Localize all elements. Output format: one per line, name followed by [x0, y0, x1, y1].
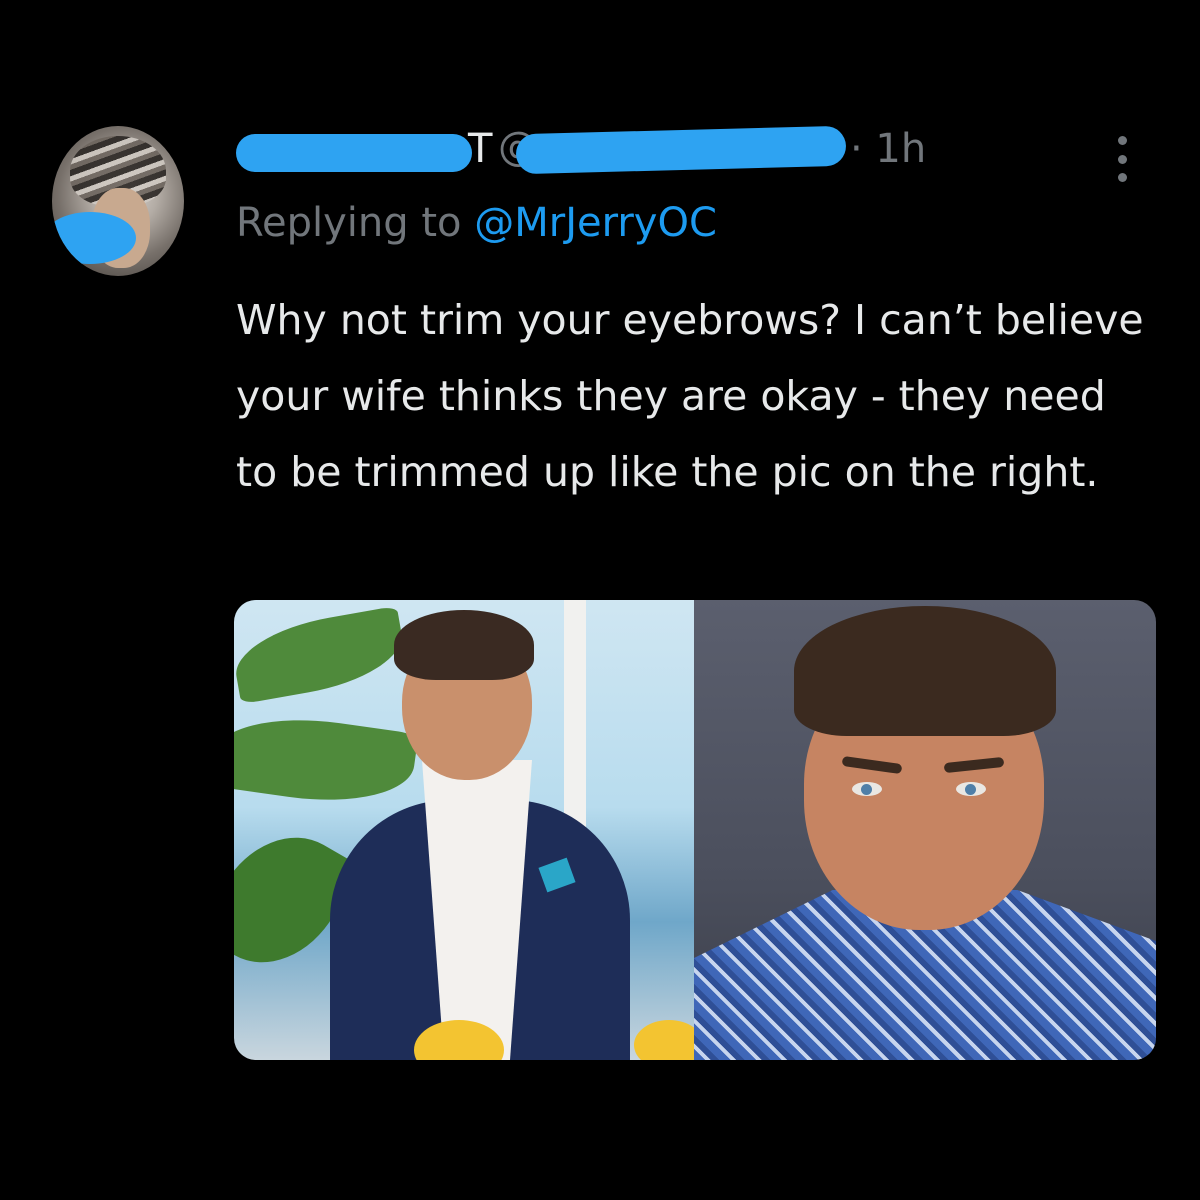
more-options-icon[interactable]	[1110, 136, 1134, 182]
tweet-header: T @ · 1h	[236, 120, 1136, 184]
author-avatar[interactable]	[52, 126, 184, 276]
left-eye	[852, 782, 882, 796]
replying-to-label: Replying to	[236, 200, 475, 246]
dot-icon	[1117, 154, 1127, 164]
reply-mention-link[interactable]: @MrJerryOC	[474, 200, 717, 246]
dot-icon	[1117, 173, 1127, 182]
author-handle-redaction	[515, 125, 847, 175]
author-name-redaction	[236, 134, 472, 172]
right-eye	[956, 782, 986, 796]
man-hair	[394, 610, 534, 680]
author-name-fragment[interactable]: T	[468, 126, 493, 172]
lemon-slice	[634, 1020, 694, 1060]
media-photo-left[interactable]	[234, 600, 694, 1060]
plant-leaf	[234, 605, 409, 705]
tweet-body-text: Why not trim your eyebrows? I can’t beli…	[236, 296, 1144, 496]
tweet-media-grid[interactable]	[234, 600, 1156, 1060]
media-photo-right[interactable]	[694, 600, 1156, 1060]
plant-leaf	[234, 706, 419, 814]
replying-to-line: Replying to @MrJerryOC	[236, 200, 717, 246]
tweet-timestamp[interactable]: · 1h	[850, 126, 926, 172]
man-hair	[794, 606, 1056, 736]
dot-icon	[1117, 136, 1127, 145]
